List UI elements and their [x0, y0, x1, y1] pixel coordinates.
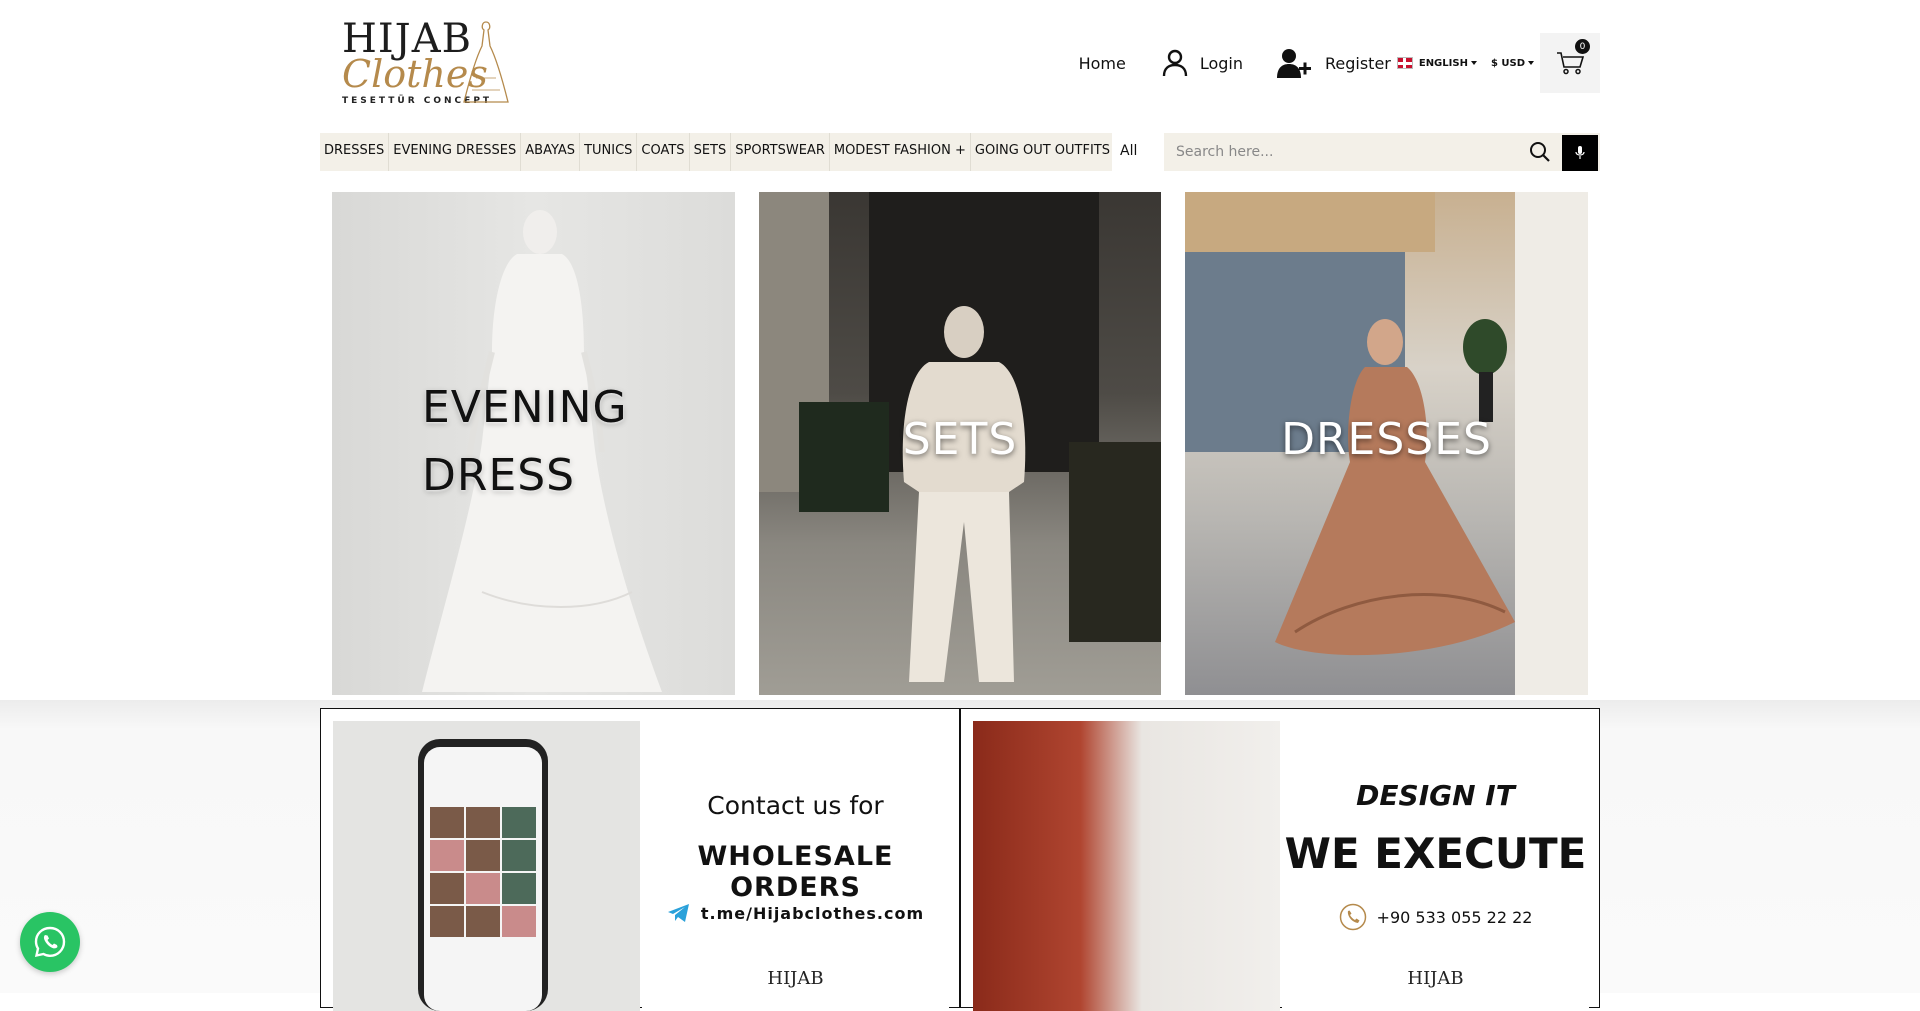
cart-count-badge: 0: [1575, 39, 1590, 54]
design-model-image: [973, 721, 1280, 1011]
whatsapp-icon: [34, 926, 66, 958]
chevron-down-icon: [1528, 61, 1534, 65]
category-sets[interactable]: SETS: [690, 133, 732, 171]
top-navigation: Home Login Register ENGLISH $ USD 0: [1079, 32, 1600, 94]
phone-product-grid: [430, 807, 536, 937]
wholesale-brand-mark: HIJAB: [767, 968, 824, 989]
search-icon: [1530, 142, 1550, 162]
site-header: HIJAB Clothes TESETTÜR CONCEPT Home Logi…: [320, 0, 1600, 130]
wholesale-promo-banner[interactable]: Contact us for WHOLESALE ORDERS t.me/Hij…: [320, 708, 960, 1011]
nav-home-link[interactable]: Home: [1079, 54, 1126, 73]
search-button[interactable]: [1523, 135, 1557, 169]
category-bar: DRESSES EVENING DRESSES ABAYAS TUNICS CO…: [320, 133, 1600, 171]
design-promo-banner[interactable]: DESIGN IT WE EXECUTE +90 533 055 22 22 H…: [960, 708, 1600, 1011]
phone-icon: [1339, 903, 1366, 931]
nav-login-link[interactable]: Login: [1162, 49, 1243, 77]
category-list: DRESSES EVENING DRESSES ABAYAS TUNICS CO…: [320, 133, 1130, 171]
phone-mockup: [418, 739, 548, 1011]
add-user-icon: [1276, 49, 1311, 78]
telegram-link[interactable]: t.me/Hijabclothes.com: [642, 903, 949, 923]
logo-dress-icon: [463, 21, 509, 103]
microphone-icon: [1575, 146, 1585, 159]
telegram-link-text: t.me/Hijabclothes.com: [700, 903, 925, 923]
search-scope-select[interactable]: All: [1112, 133, 1164, 171]
chevron-down-icon: [1470, 61, 1477, 65]
currency-label: $ USD: [1490, 57, 1525, 69]
currency-selector[interactable]: $ USD: [1491, 58, 1534, 69]
phone-screen: [424, 747, 542, 1011]
design-brand-mark: HIJAB: [1407, 968, 1464, 989]
wholesale-phone-image: [333, 721, 640, 1011]
uk-flag-icon: [1396, 57, 1413, 69]
category-going-out-outfits[interactable]: GOING OUT OUTFITS +: [971, 133, 1130, 171]
evening-dress-tile[interactable]: EVENING DRESS: [332, 192, 735, 695]
category-evening-dresses[interactable]: EVENING DRESSES: [389, 133, 522, 171]
category-tunics[interactable]: TUNICS: [580, 133, 638, 171]
telegram-icon: [667, 904, 689, 922]
cart-button[interactable]: 0: [1540, 33, 1600, 93]
user-icon: [1162, 49, 1188, 77]
dresses-tile[interactable]: DRESSES: [1185, 192, 1588, 695]
evening-caption-line1: EVENING: [422, 382, 628, 433]
design-line1: DESIGN IT: [1356, 779, 1515, 812]
design-text-panel: DESIGN IT WE EXECUTE +90 533 055 22 22 H…: [1282, 721, 1589, 1011]
phone-contact[interactable]: +90 533 055 22 22: [1282, 903, 1589, 931]
language-selector[interactable]: ENGLISH: [1396, 57, 1477, 69]
category-coats[interactable]: COATS: [637, 133, 690, 171]
evening-dress-caption: EVENING DRESS: [422, 374, 628, 510]
search-input[interactable]: [1166, 135, 1518, 169]
wholesale-text-panel: Contact us for WHOLESALE ORDERS t.me/Hij…: [642, 721, 949, 1011]
whatsapp-chat-button[interactable]: [20, 912, 80, 972]
category-abayas[interactable]: ABAYAS: [521, 133, 581, 171]
nav-login-label: Login: [1199, 53, 1243, 73]
nav-register-label: Register: [1324, 53, 1391, 73]
nav-home-label: Home: [1078, 53, 1126, 73]
evening-caption-line2: DRESS: [422, 450, 576, 501]
wholesale-line1: Contact us for: [707, 791, 884, 820]
category-modest-fashion[interactable]: MODEST FASHION +: [830, 133, 971, 171]
design-line2: WE EXECUTE: [1284, 829, 1587, 878]
voice-search-button[interactable]: [1562, 135, 1598, 171]
sets-tile[interactable]: SETS: [759, 192, 1161, 695]
wholesale-line2: WHOLESALE ORDERS: [697, 841, 894, 903]
phone-number: +90 533 055 22 22: [1376, 907, 1533, 927]
language-label: ENGLISH: [1418, 57, 1468, 69]
category-sportswear[interactable]: SPORTSWEAR: [731, 133, 830, 171]
shopping-cart-icon: [1557, 52, 1584, 75]
sets-caption: SETS: [902, 414, 1018, 465]
category-dresses[interactable]: DRESSES: [320, 133, 390, 171]
dresses-caption: DRESSES: [1281, 414, 1492, 465]
nav-register-link[interactable]: Register: [1276, 48, 1391, 78]
site-logo[interactable]: HIJAB Clothes TESETTÜR CONCEPT: [342, 16, 509, 108]
